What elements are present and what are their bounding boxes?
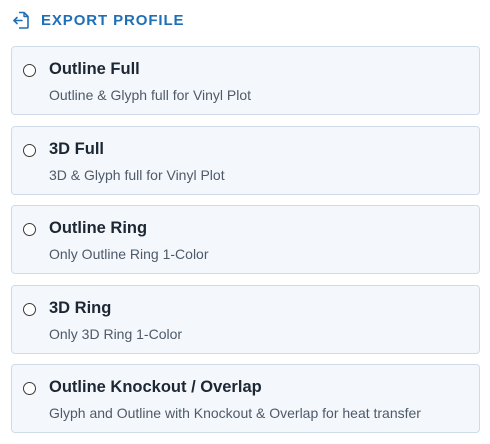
option-title: Outline Ring	[49, 219, 148, 237]
radio-button[interactable]	[23, 302, 36, 316]
option-description: Only Outline Ring 1-Color	[49, 246, 209, 262]
option-description: 3D & Glyph full for Vinyl Plot	[49, 166, 225, 183]
section-title: EXPORT PROFILE	[41, 11, 185, 29]
radio-button[interactable]	[23, 223, 36, 236]
radio-button[interactable]	[23, 382, 36, 395]
option-title: 3D Full	[49, 139, 105, 158]
option-3d-ring[interactable]: 3D Ring Only 3D Ring 1-Color	[11, 284, 480, 354]
option-outline-ring[interactable]: Outline Ring Only Outline Ring 1-Color	[11, 205, 480, 274]
option-title: Outline Full	[49, 60, 140, 78]
file-export-icon	[12, 10, 30, 30]
radio-button[interactable]	[23, 64, 36, 77]
radio-button[interactable]	[23, 143, 36, 157]
option-description: Glyph and Outline with Knockout & Overla…	[49, 405, 421, 421]
option-outline-knockout-overlap[interactable]: Outline Knockout / Overlap Glyph and Out…	[11, 364, 480, 433]
option-title: 3D Ring	[49, 298, 112, 317]
option-title: Outline Knockout / Overlap	[49, 378, 262, 396]
export-profile-header: EXPORT PROFILE	[12, 9, 184, 31]
option-outline-full[interactable]: Outline Full Outline & Glyph full for Vi…	[11, 46, 480, 115]
export-profile-options: Outline Full Outline & Glyph full for Vi…	[11, 46, 480, 444]
option-description: Only 3D Ring 1-Color	[49, 325, 183, 342]
option-description: Outline & Glyph full for Vinyl Plot	[49, 87, 252, 103]
option-3d-full[interactable]: 3D Full 3D & Glyph full for Vinyl Plot	[11, 125, 480, 195]
